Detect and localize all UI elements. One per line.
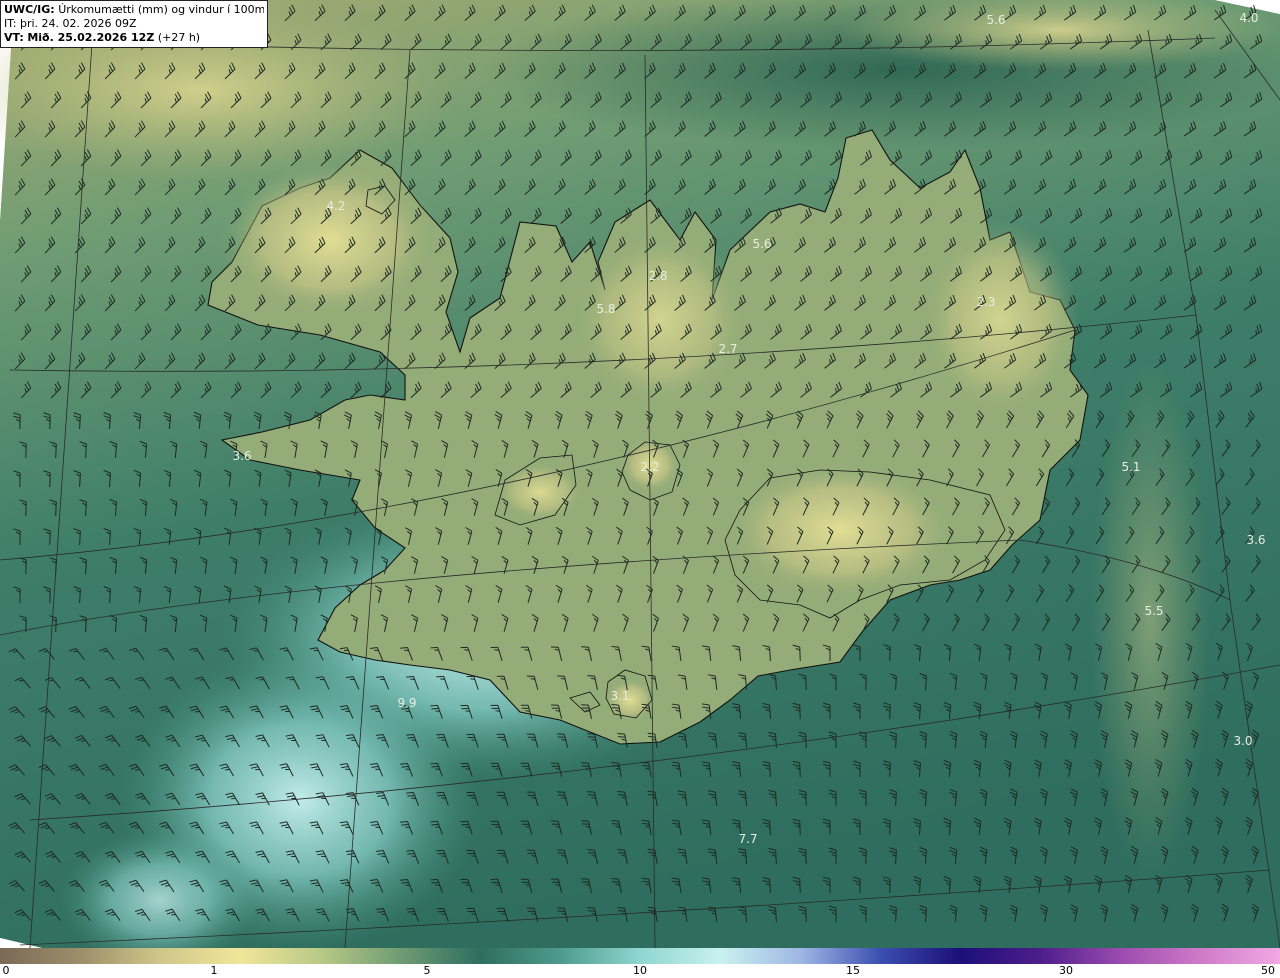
value-label: 9.9 [397, 696, 416, 710]
valid-time: Mið. 25.02.2026 12Z [27, 31, 155, 44]
value-label: 4.0 [1239, 11, 1258, 25]
value-label: 3.1 [610, 689, 629, 703]
colorbar-tick: 1 [210, 964, 218, 977]
map-title-box: UWC/IG: Úrkomumætti (mm) og vindur í 100… [0, 0, 268, 48]
vatnajokull-area [720, 460, 960, 600]
map-stage: 5.6 4.0 4.2 5.6 2.8 5.8 2.3 2.7 3.6 2.2 … [0, 0, 1280, 978]
colorbar: 0 1 5 10 15 30 50 [0, 948, 1280, 978]
value-label: 2.3 [976, 295, 995, 309]
colorbar-tick: 15 [846, 964, 860, 977]
model-name: UWC/IG: [4, 3, 55, 16]
value-label: 3.0 [1233, 734, 1252, 748]
init-label: IT: [4, 17, 17, 30]
field-name: Úrkomumætti (mm) og vindur í 100m hæð [58, 3, 264, 16]
value-label: 5.8 [596, 302, 615, 316]
init-time: þri. 24. 02. 2026 09Z [19, 17, 137, 30]
westfjords-high [220, 160, 440, 320]
colorbar-tick: 30 [1059, 964, 1073, 977]
colorbar-tick: 0 [2, 964, 10, 977]
colorbar-tick: 5 [423, 964, 431, 977]
value-label: 5.6 [986, 13, 1005, 27]
north-central-high [570, 230, 750, 410]
value-label: 7.7 [738, 832, 757, 846]
title-line: UWC/IG: Úrkomumætti (mm) og vindur í 100… [4, 3, 264, 17]
value-label: 3.6 [1246, 533, 1265, 547]
east-sea-streak [1090, 360, 1210, 880]
colorbar-strip [0, 948, 1280, 964]
value-label: 2.2 [640, 460, 659, 474]
precipitation-wind-map: 5.6 4.0 4.2 5.6 2.8 5.8 2.3 2.7 3.6 2.2 … [0, 0, 1280, 948]
colorbar-tick: 50 [1261, 964, 1275, 977]
value-label: 5.6 [752, 237, 771, 251]
value-label: 2.8 [648, 269, 667, 283]
init-time-line: IT: þri. 24. 02. 2026 09Z [4, 17, 264, 31]
lead-time: (+27 h) [157, 31, 201, 44]
colorbar-tick: 10 [633, 964, 647, 977]
value-label: 5.1 [1121, 460, 1140, 474]
valid-label: VT: [4, 31, 24, 44]
colorbar-gradient [0, 948, 1280, 964]
east-high [920, 220, 1080, 420]
value-label: 4.2 [326, 199, 345, 213]
value-label: 2.7 [718, 342, 737, 356]
valid-time-line: VT: Mið. 25.02.2026 12Z (+27 h) [4, 31, 264, 45]
value-label: 3.6 [232, 449, 251, 463]
value-label: 5.5 [1144, 604, 1163, 618]
colorbar-ticks: 0 1 5 10 15 30 50 [0, 964, 1280, 978]
